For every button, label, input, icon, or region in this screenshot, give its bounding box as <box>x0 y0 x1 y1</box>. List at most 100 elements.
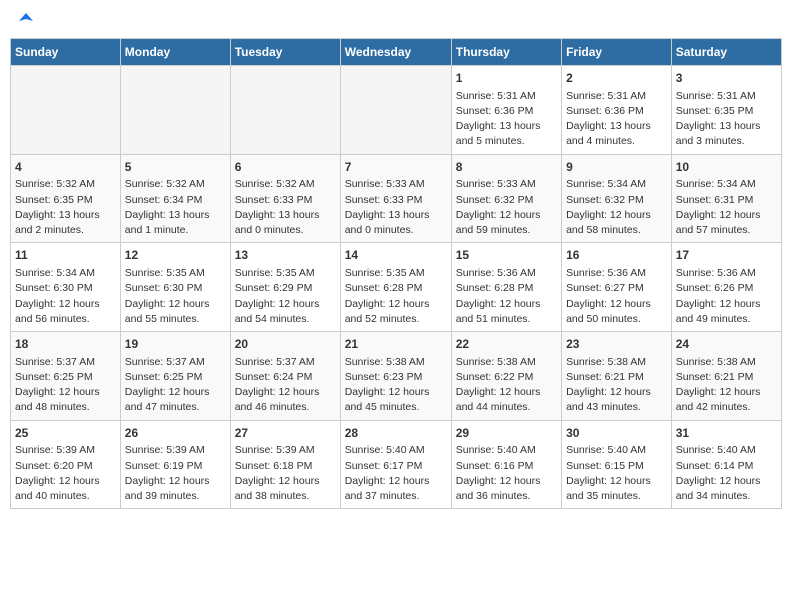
page-header <box>10 10 782 30</box>
calendar-cell: 22 Sunrise: 5:38 AM Sunset: 6:22 PM Dayli… <box>451 332 561 421</box>
calendar-cell: 19 Sunrise: 5:37 AM Sunset: 6:25 PM Dayli… <box>120 332 230 421</box>
calendar-cell: 2Sunrise: 5:31 AM Sunset: 6:36 PM Daylig… <box>562 66 672 155</box>
day-info: Sunrise: 5:38 AM Sunset: 6:23 PM Dayligh… <box>345 355 447 416</box>
weekday-header-saturday: Saturday <box>671 39 781 66</box>
day-info: Sunrise: 5:36 AM Sunset: 6:27 PM Dayligh… <box>566 266 667 327</box>
day-number: 16 <box>566 247 667 264</box>
logo-bird-icon <box>19 12 33 26</box>
calendar-cell: 20 Sunrise: 5:37 AM Sunset: 6:24 PM Dayli… <box>230 332 340 421</box>
day-info: Sunrise: 5:33 AM Sunset: 6:32 PM Dayligh… <box>456 177 557 238</box>
day-info: Sunrise: 5:34 AM Sunset: 6:30 PM Dayligh… <box>15 266 116 327</box>
calendar-week-4: 18 Sunrise: 5:37 AM Sunset: 6:25 PM Dayli… <box>11 332 782 421</box>
calendar-week-3: 11 Sunrise: 5:34 AM Sunset: 6:30 PM Dayli… <box>11 243 782 332</box>
day-number: 19 <box>125 336 226 353</box>
day-info: Sunrise: 5:35 AM Sunset: 6:29 PM Dayligh… <box>235 266 336 327</box>
day-number: 11 <box>15 247 116 264</box>
day-number: 20 <box>235 336 336 353</box>
calendar-header-row: SundayMondayTuesdayWednesdayThursdayFrid… <box>11 39 782 66</box>
day-number: 10 <box>676 159 777 176</box>
calendar-cell: 7Sunrise: 5:33 AM Sunset: 6:33 PM Daylig… <box>340 154 451 243</box>
day-info: Sunrise: 5:37 AM Sunset: 6:24 PM Dayligh… <box>235 355 336 416</box>
day-info: Sunrise: 5:40 AM Sunset: 6:16 PM Dayligh… <box>456 443 557 504</box>
day-info: Sunrise: 5:38 AM Sunset: 6:21 PM Dayligh… <box>676 355 777 416</box>
calendar-week-5: 25Sunrise: 5:39 AM Sunset: 6:20 PM Dayli… <box>11 420 782 509</box>
calendar-cell: 10Sunrise: 5:34 AM Sunset: 6:31 PM Dayli… <box>671 154 781 243</box>
day-info: Sunrise: 5:39 AM Sunset: 6:19 PM Dayligh… <box>125 443 226 504</box>
day-number: 26 <box>125 425 226 442</box>
day-info: Sunrise: 5:36 AM Sunset: 6:28 PM Dayligh… <box>456 266 557 327</box>
day-info: Sunrise: 5:32 AM Sunset: 6:35 PM Dayligh… <box>15 177 116 238</box>
weekday-header-sunday: Sunday <box>11 39 121 66</box>
day-number: 2 <box>566 70 667 87</box>
day-info: Sunrise: 5:40 AM Sunset: 6:15 PM Dayligh… <box>566 443 667 504</box>
day-number: 14 <box>345 247 447 264</box>
day-number: 30 <box>566 425 667 442</box>
day-number: 22 <box>456 336 557 353</box>
day-number: 18 <box>15 336 116 353</box>
weekday-header-wednesday: Wednesday <box>340 39 451 66</box>
day-number: 21 <box>345 336 447 353</box>
day-number: 15 <box>456 247 557 264</box>
day-number: 1 <box>456 70 557 87</box>
day-number: 6 <box>235 159 336 176</box>
day-info: Sunrise: 5:35 AM Sunset: 6:30 PM Dayligh… <box>125 266 226 327</box>
weekday-header-thursday: Thursday <box>451 39 561 66</box>
calendar-week-2: 4Sunrise: 5:32 AM Sunset: 6:35 PM Daylig… <box>11 154 782 243</box>
calendar-table: SundayMondayTuesdayWednesdayThursdayFrid… <box>10 38 782 509</box>
calendar-cell <box>340 66 451 155</box>
calendar-cell <box>230 66 340 155</box>
calendar-cell: 26Sunrise: 5:39 AM Sunset: 6:19 PM Dayli… <box>120 420 230 509</box>
calendar-cell: 31Sunrise: 5:40 AM Sunset: 6:14 PM Dayli… <box>671 420 781 509</box>
calendar-cell: 30Sunrise: 5:40 AM Sunset: 6:15 PM Dayli… <box>562 420 672 509</box>
calendar-cell: 25Sunrise: 5:39 AM Sunset: 6:20 PM Dayli… <box>11 420 121 509</box>
calendar-cell: 4Sunrise: 5:32 AM Sunset: 6:35 PM Daylig… <box>11 154 121 243</box>
day-info: Sunrise: 5:31 AM Sunset: 6:36 PM Dayligh… <box>456 89 557 150</box>
day-info: Sunrise: 5:38 AM Sunset: 6:22 PM Dayligh… <box>456 355 557 416</box>
calendar-cell: 14 Sunrise: 5:35 AM Sunset: 6:28 PM Dayli… <box>340 243 451 332</box>
day-number: 25 <box>15 425 116 442</box>
day-info: Sunrise: 5:40 AM Sunset: 6:14 PM Dayligh… <box>676 443 777 504</box>
weekday-header-monday: Monday <box>120 39 230 66</box>
calendar-cell: 23 Sunrise: 5:38 AM Sunset: 6:21 PM Dayli… <box>562 332 672 421</box>
day-info: Sunrise: 5:38 AM Sunset: 6:21 PM Dayligh… <box>566 355 667 416</box>
calendar-cell: 29Sunrise: 5:40 AM Sunset: 6:16 PM Dayli… <box>451 420 561 509</box>
day-number: 8 <box>456 159 557 176</box>
calendar-cell: 5Sunrise: 5:32 AM Sunset: 6:34 PM Daylig… <box>120 154 230 243</box>
day-number: 12 <box>125 247 226 264</box>
calendar-cell: 13Sunrise: 5:35 AM Sunset: 6:29 PM Dayli… <box>230 243 340 332</box>
day-number: 29 <box>456 425 557 442</box>
day-info: Sunrise: 5:36 AM Sunset: 6:26 PM Dayligh… <box>676 266 777 327</box>
day-number: 27 <box>235 425 336 442</box>
day-number: 9 <box>566 159 667 176</box>
calendar-cell: 16 Sunrise: 5:36 AM Sunset: 6:27 PM Dayli… <box>562 243 672 332</box>
calendar-cell: 3Sunrise: 5:31 AM Sunset: 6:35 PM Daylig… <box>671 66 781 155</box>
calendar-cell: 17Sunrise: 5:36 AM Sunset: 6:26 PM Dayli… <box>671 243 781 332</box>
calendar-cell: 24Sunrise: 5:38 AM Sunset: 6:21 PM Dayli… <box>671 332 781 421</box>
calendar-cell: 12 Sunrise: 5:35 AM Sunset: 6:30 PM Dayli… <box>120 243 230 332</box>
day-info: Sunrise: 5:34 AM Sunset: 6:31 PM Dayligh… <box>676 177 777 238</box>
day-info: Sunrise: 5:32 AM Sunset: 6:34 PM Dayligh… <box>125 177 226 238</box>
weekday-header-tuesday: Tuesday <box>230 39 340 66</box>
day-number: 4 <box>15 159 116 176</box>
day-number: 5 <box>125 159 226 176</box>
day-number: 7 <box>345 159 447 176</box>
day-info: Sunrise: 5:32 AM Sunset: 6:33 PM Dayligh… <box>235 177 336 238</box>
calendar-cell: 1 Sunrise: 5:31 AM Sunset: 6:36 PM Daylig… <box>451 66 561 155</box>
day-info: Sunrise: 5:37 AM Sunset: 6:25 PM Dayligh… <box>125 355 226 416</box>
calendar-week-1: 1 Sunrise: 5:31 AM Sunset: 6:36 PM Daylig… <box>11 66 782 155</box>
calendar-cell: 28Sunrise: 5:40 AM Sunset: 6:17 PM Dayli… <box>340 420 451 509</box>
day-number: 3 <box>676 70 777 87</box>
calendar-cell: 18 Sunrise: 5:37 AM Sunset: 6:25 PM Dayli… <box>11 332 121 421</box>
day-info: Sunrise: 5:34 AM Sunset: 6:32 PM Dayligh… <box>566 177 667 238</box>
day-info: Sunrise: 5:37 AM Sunset: 6:25 PM Dayligh… <box>15 355 116 416</box>
day-number: 31 <box>676 425 777 442</box>
day-info: Sunrise: 5:33 AM Sunset: 6:33 PM Dayligh… <box>345 177 447 238</box>
day-number: 23 <box>566 336 667 353</box>
calendar-cell: 21 Sunrise: 5:38 AM Sunset: 6:23 PM Dayli… <box>340 332 451 421</box>
day-info: Sunrise: 5:40 AM Sunset: 6:17 PM Dayligh… <box>345 443 447 504</box>
calendar-cell: 11 Sunrise: 5:34 AM Sunset: 6:30 PM Dayli… <box>11 243 121 332</box>
logo <box>18 14 33 26</box>
calendar-cell: 6Sunrise: 5:32 AM Sunset: 6:33 PM Daylig… <box>230 154 340 243</box>
calendar-cell: 15 Sunrise: 5:36 AM Sunset: 6:28 PM Dayli… <box>451 243 561 332</box>
day-info: Sunrise: 5:35 AM Sunset: 6:28 PM Dayligh… <box>345 266 447 327</box>
